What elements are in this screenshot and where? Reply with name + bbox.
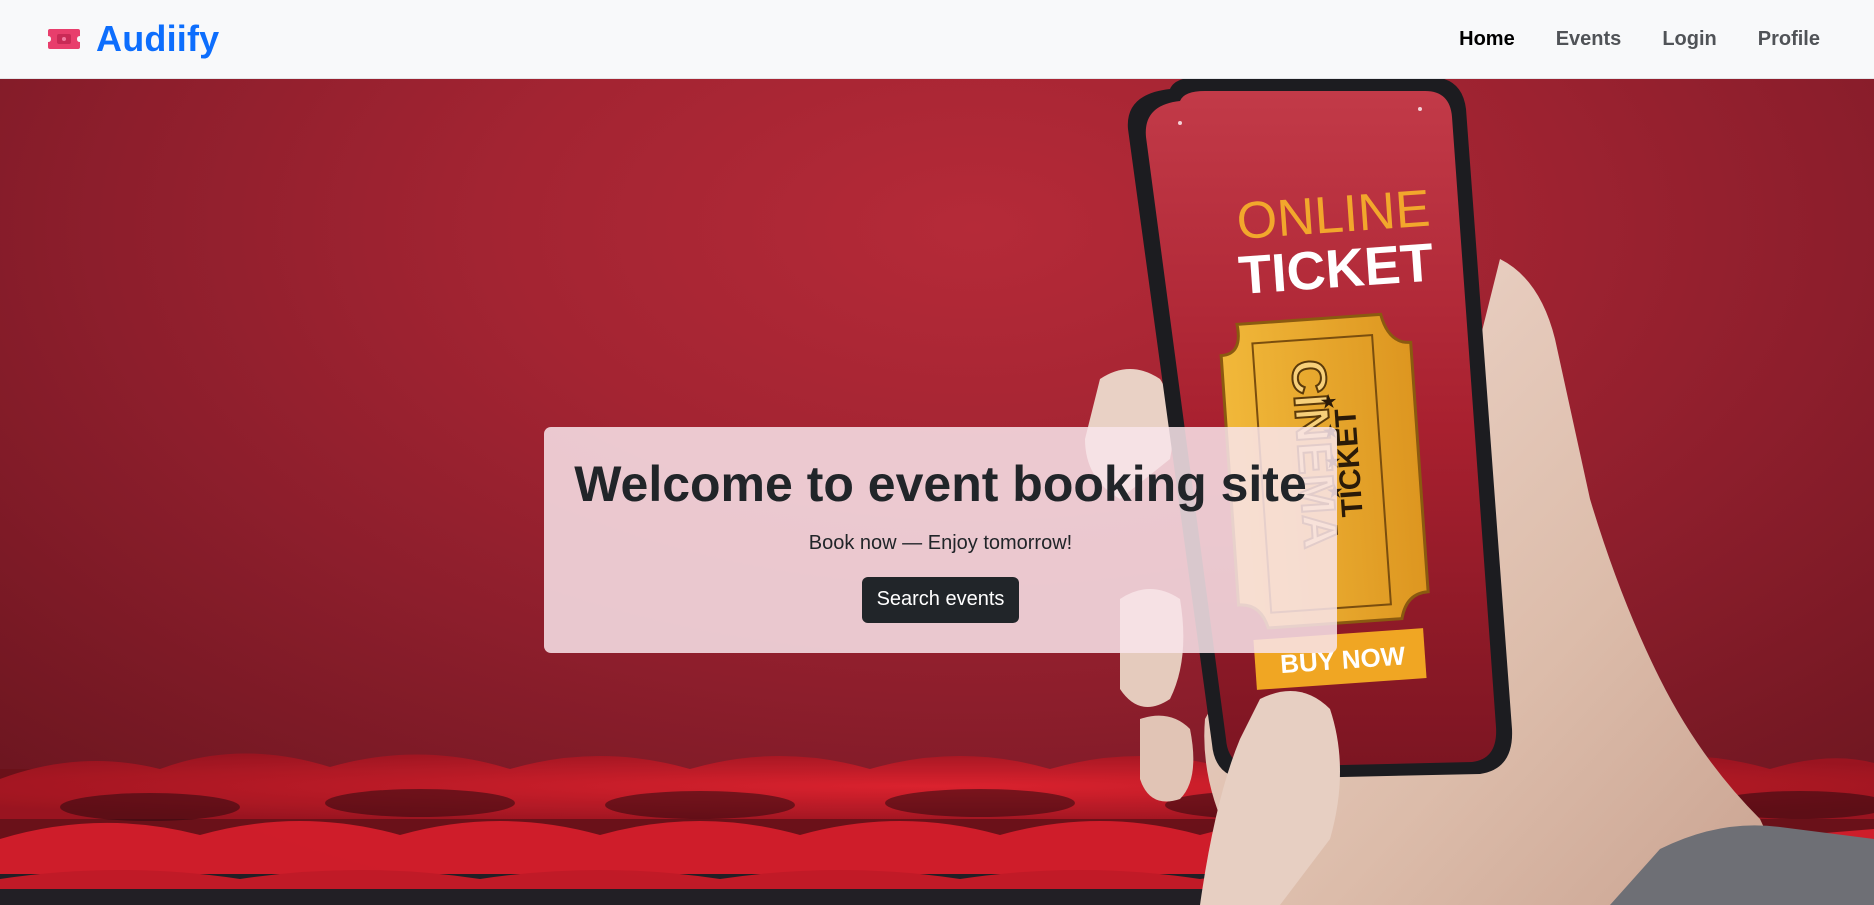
search-events-button[interactable]: Search events bbox=[861, 577, 1020, 623]
nav-home[interactable]: Home bbox=[1459, 28, 1515, 51]
main-nav: Home Events Login Profile bbox=[1459, 28, 1820, 51]
welcome-subtitle: Book now — Enjoy tomorrow! bbox=[808, 532, 1073, 554]
hero-section: ONLINE TICKET CINEMA TICKET ★ ★ ★ ★ BUY … bbox=[0, 79, 1874, 905]
nav-login[interactable]: Login bbox=[1662, 28, 1716, 51]
nav-profile[interactable]: Profile bbox=[1758, 28, 1820, 51]
welcome-card: Welcome to event booking site Book now —… bbox=[544, 427, 1337, 653]
top-navbar: Audiify Home Events Login Profile bbox=[0, 0, 1874, 79]
welcome-title: Welcome to event booking site bbox=[574, 456, 1307, 512]
brand-link[interactable]: Audiify bbox=[46, 18, 219, 60]
ticket-icon bbox=[48, 29, 80, 49]
svg-text:★: ★ bbox=[1319, 391, 1338, 414]
nav-events[interactable]: Events bbox=[1556, 28, 1622, 51]
brand-name: Audiify bbox=[96, 18, 220, 59]
